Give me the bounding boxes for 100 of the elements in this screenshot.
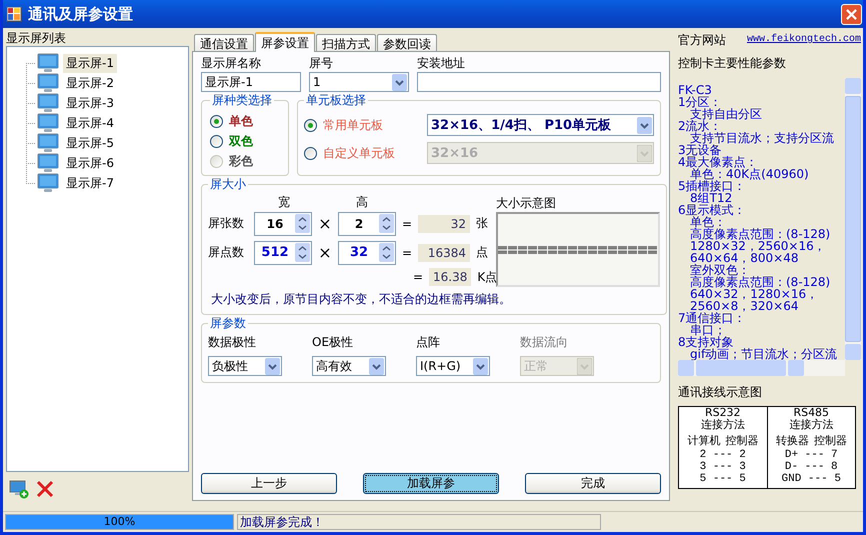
tab[interactable]: 扫描方式 [316, 34, 376, 51]
radio-button[interactable] [304, 118, 317, 132]
field-label: 显示屏名称 [201, 55, 262, 72]
result-value: 16.38 [429, 268, 472, 286]
param-dropdown[interactable]: 高有效 [312, 356, 386, 376]
screen-item[interactable]: 显示屏-2 [63, 74, 117, 92]
spin-arrows-icon [295, 214, 310, 233]
table-cell: 连接方法 [789, 419, 834, 431]
equals-sign: = [402, 216, 412, 230]
table-cell: 转换器 [776, 435, 809, 447]
monitor-icon [37, 133, 59, 153]
spec-line: 4最大像素点： [678, 156, 758, 168]
param-dropdown[interactable]: I(R+G) [416, 356, 490, 376]
number-dropdown[interactable]: 1 [309, 72, 409, 92]
multiply-sign: × [318, 243, 332, 262]
name-input[interactable]: 显示屏-1 [201, 72, 301, 92]
list-title: 显示屏列表 [6, 30, 67, 46]
unit-label: 张 [476, 215, 488, 232]
height-spinbox[interactable]: 32 [338, 240, 396, 264]
monitor-icon [37, 53, 59, 73]
radio-label: 双色 [229, 132, 253, 150]
vertical-scrollbar[interactable] [845, 78, 861, 360]
multiply-sign: × [318, 214, 332, 233]
table-cell: 控制器 [814, 435, 847, 447]
horizontal-scrollbar[interactable] [678, 360, 845, 376]
address-input[interactable] [417, 72, 661, 92]
field-label: 数据极性 [208, 334, 257, 351]
screen-item[interactable]: 显示屏-3 [63, 94, 117, 112]
spec-line: 室外双色： [689, 264, 750, 276]
equals-sign: = [402, 246, 412, 260]
dialog-button[interactable]: 完成 [525, 473, 661, 494]
table-cell: 3 --- 3 [700, 461, 746, 473]
tab[interactable]: 参数回读 [377, 34, 437, 51]
tab[interactable]: 屏参设置 [255, 32, 315, 52]
unit-label: K点 [477, 268, 498, 286]
dialog-button[interactable]: 上一步 [201, 473, 337, 494]
spec-line: 5插槽接口： [678, 180, 747, 192]
screen-item[interactable]: 显示屏-6 [63, 154, 117, 172]
table-cell: D- --- 8 [784, 461, 838, 473]
spec-line: 8组T12 [690, 192, 732, 204]
status-message: 加载屏参完成！ [237, 514, 601, 530]
table-cell: GND --- 5 [782, 473, 841, 485]
spec-line: 支持自由分区 [690, 108, 763, 120]
window-title: 通讯及屏参设置 [28, 4, 133, 24]
spec-line: 640×64，800×48 [689, 252, 800, 264]
website-link[interactable]: www.feikongtech.com [746, 33, 861, 47]
param-dropdown[interactable]: 负极性 [208, 356, 282, 376]
result-value: 16384 [418, 244, 470, 262]
monitor-icon [37, 173, 59, 193]
screen-item[interactable]: 显示屏-5 [63, 134, 117, 152]
column-label: 宽 [278, 195, 290, 209]
monitor-icon [37, 73, 59, 93]
dialog-button[interactable]: 加载屏参 [363, 473, 499, 494]
field-label: 数据流向 [520, 334, 569, 351]
table-cell: 5 --- 5 [700, 473, 746, 485]
spec-line: 3无设备 [678, 144, 722, 156]
group-title: 屏大小 [209, 176, 247, 193]
unit-board-dropdown[interactable]: 32×16、1/4扫、 P10单元板 [427, 114, 654, 136]
row-label: 屏点数 [208, 244, 245, 261]
dropdown-arrow-icon [637, 144, 652, 162]
radio-button[interactable] [210, 134, 223, 148]
delete-icon[interactable] [35, 479, 55, 499]
radio-label: 彩色 [229, 152, 253, 170]
result-value: 32 [418, 214, 470, 232]
width-spinbox[interactable]: 16 [254, 212, 312, 236]
table-cell: D+ --- 7 [784, 449, 838, 461]
website-label: 官方网站 [678, 33, 726, 47]
spec-line: 6显示模式： [678, 204, 747, 216]
spec-line: 高度像素点范围：(8-128) [689, 228, 832, 240]
radio-label: 自定义单元板 [323, 144, 396, 162]
radio-label: 常用单元板 [323, 116, 384, 134]
close-icon [846, 8, 857, 20]
spec-line: 单色： [689, 216, 726, 228]
table-cell: 计算机 [687, 435, 720, 447]
wiring-title: 通讯接线示意图 [678, 384, 763, 401]
field-label: 点阵 [416, 334, 441, 351]
progress-text: 100% [102, 515, 136, 529]
table-cell: RS232 [704, 407, 741, 419]
radio-button[interactable] [210, 114, 223, 128]
app-icon [6, 6, 22, 22]
tab[interactable]: 通信设置 [194, 34, 254, 51]
table-cell: 控制器 [725, 435, 758, 447]
add-monitor-icon[interactable] [9, 479, 29, 499]
width-spinbox[interactable]: 512 [254, 240, 312, 264]
spec-line: 8支持对象 [678, 336, 735, 348]
spec-line: 2流水： [678, 120, 722, 132]
monitor-icon [37, 153, 59, 173]
dropdown-arrow-icon [577, 358, 592, 374]
spec-line: 1分区： [678, 96, 722, 108]
unit-label: 点 [476, 244, 488, 261]
screen-item[interactable]: 显示屏-4 [63, 114, 117, 132]
spec-line: 7通信接口： [678, 312, 747, 324]
screen-item[interactable]: 显示屏-1 [63, 54, 117, 72]
table-cell: 连接方法 [700, 419, 745, 431]
screen-item[interactable]: 显示屏-7 [63, 174, 117, 192]
preview-title: 大小示意图 [496, 195, 557, 212]
height-spinbox[interactable]: 2 [338, 212, 396, 236]
monitor-icon [37, 93, 59, 113]
close-button[interactable] [841, 4, 862, 24]
spec-line: FK-C3 [678, 84, 713, 96]
